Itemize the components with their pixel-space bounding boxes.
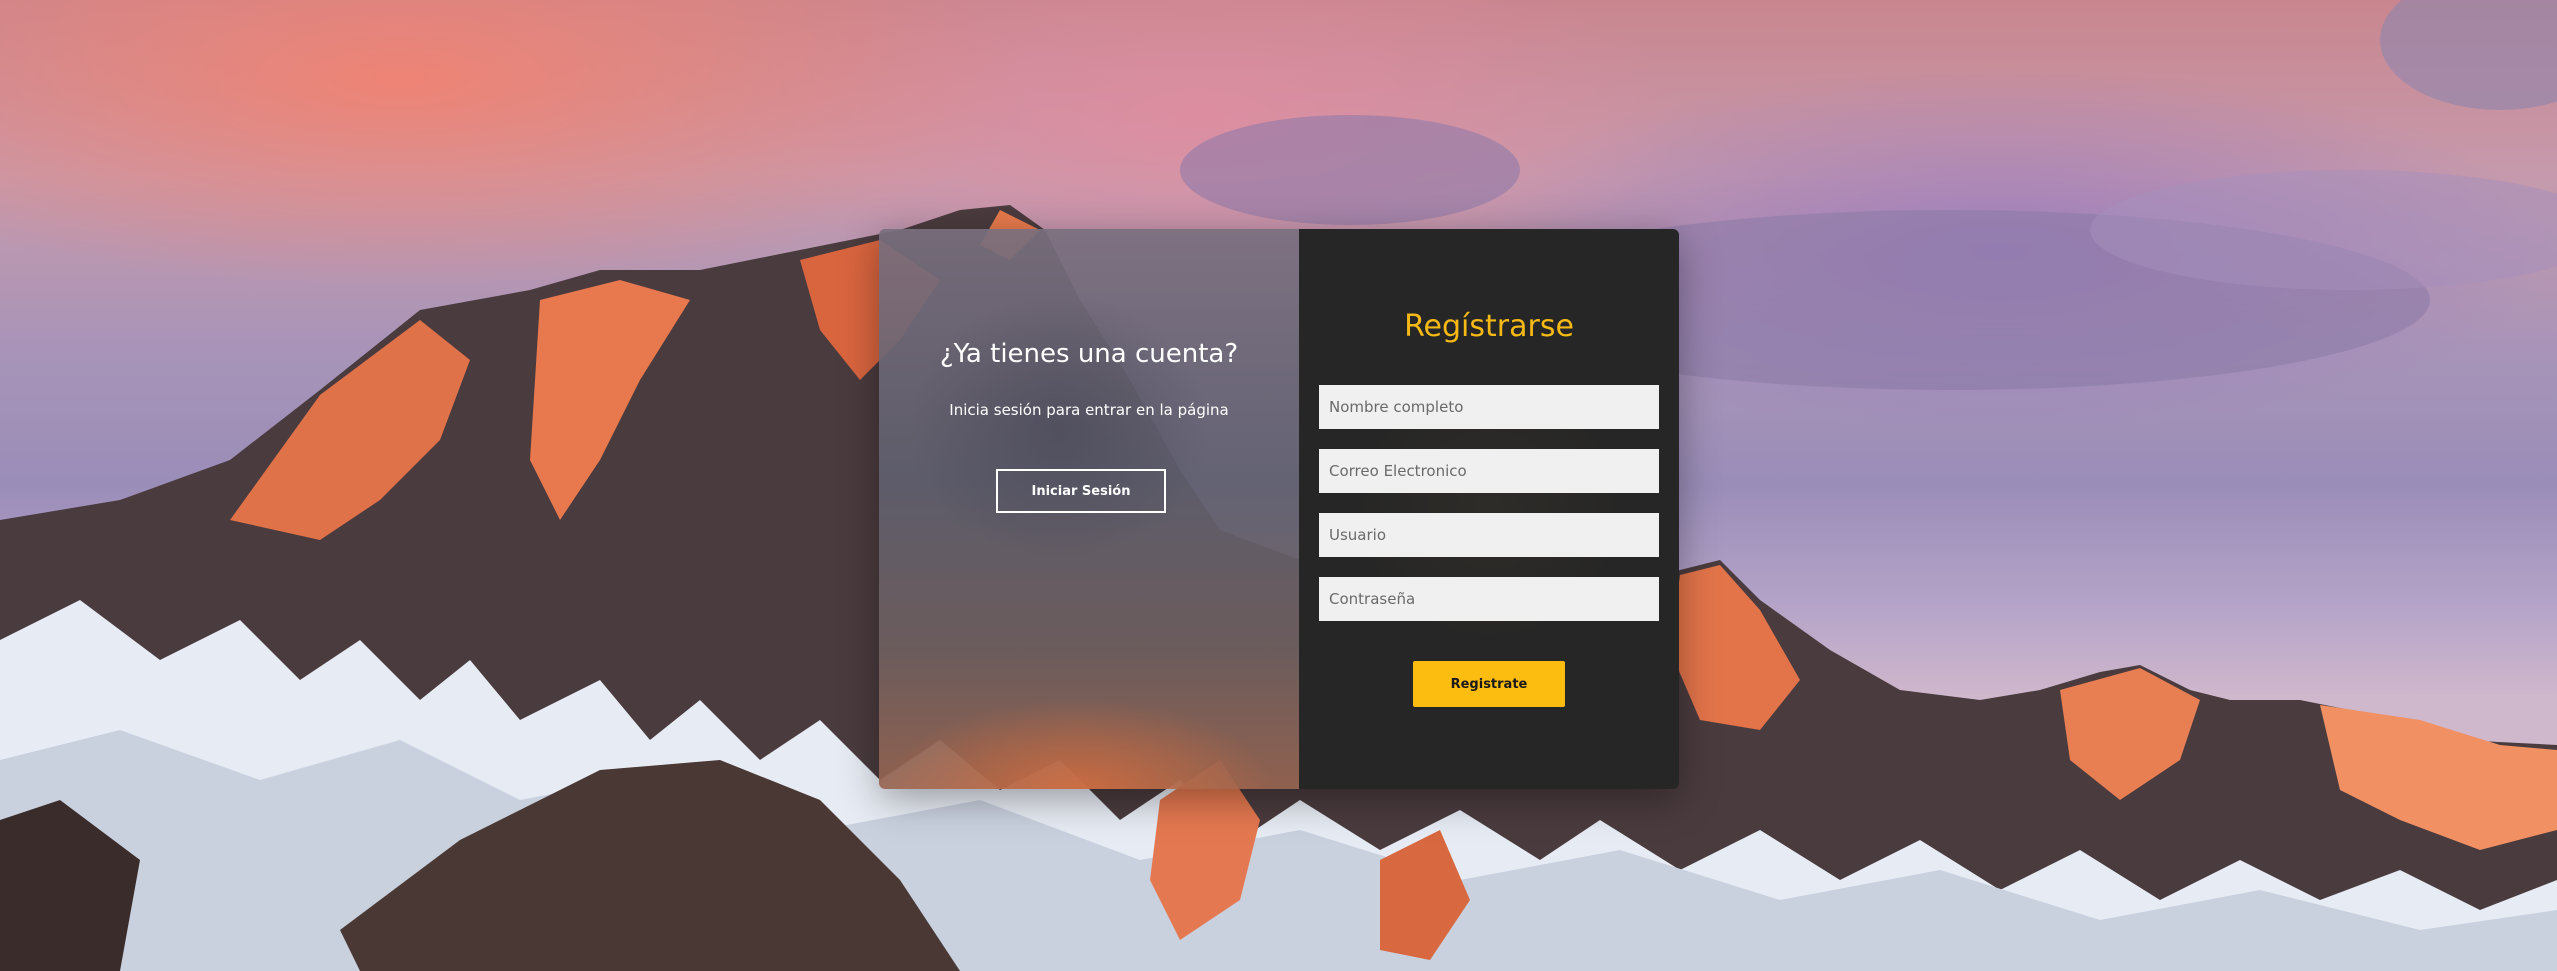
full-name-input[interactable] <box>1319 385 1659 429</box>
password-input[interactable] <box>1319 577 1659 621</box>
email-input[interactable] <box>1319 449 1659 493</box>
auth-card: ¿Ya tienes una cuenta? Inicia sesión par… <box>879 229 1679 789</box>
register-title: Regístrarse <box>1404 309 1574 344</box>
login-prompt-panel: ¿Ya tienes una cuenta? Inicia sesión par… <box>879 229 1299 789</box>
login-button[interactable]: Iniciar Sesión <box>996 469 1166 513</box>
register-button[interactable]: Registrate <box>1413 661 1565 707</box>
login-prompt-title: ¿Ya tienes una cuenta? <box>939 339 1239 369</box>
register-panel: Regístrarse Registrate <box>1299 229 1679 789</box>
username-input[interactable] <box>1319 513 1659 557</box>
login-prompt-subtitle: Inicia sesión para entrar en la página <box>949 401 1229 419</box>
